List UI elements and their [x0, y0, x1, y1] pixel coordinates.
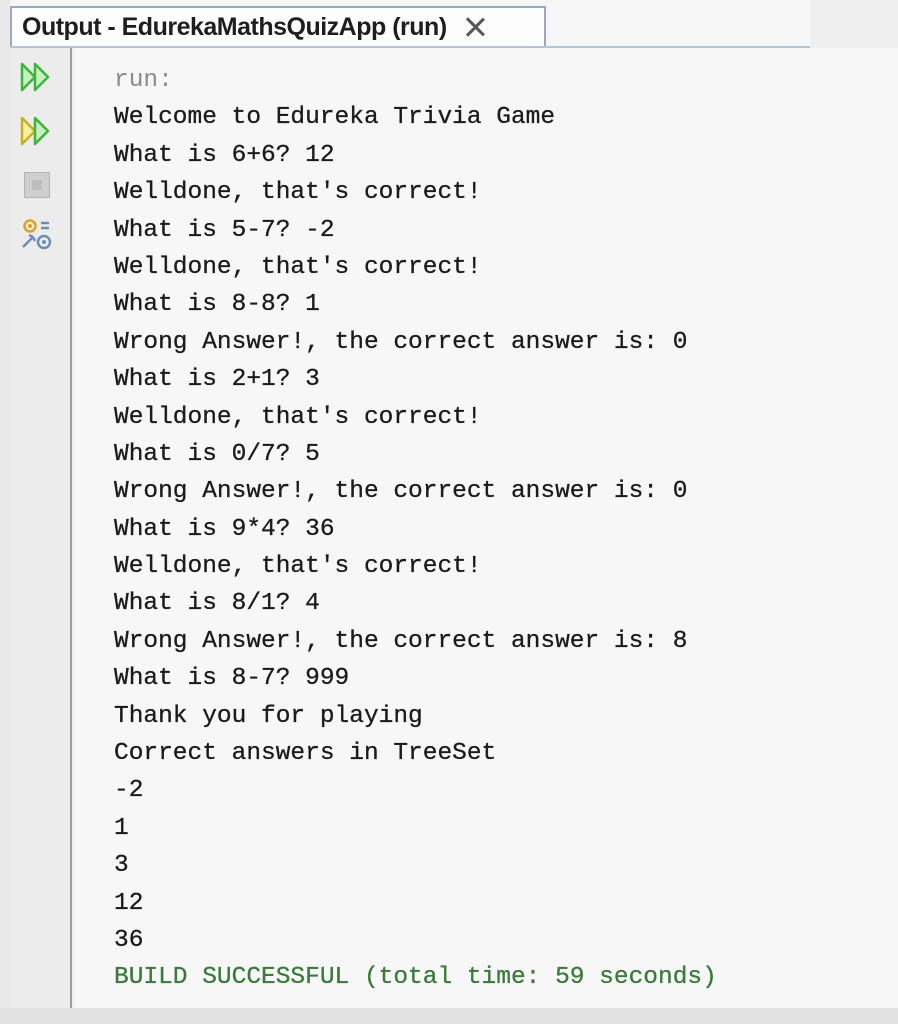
stop-icon — [24, 172, 50, 198]
close-icon[interactable] — [465, 17, 485, 37]
console-lines: run: Welcome to Edureka Trivia Game What i… — [114, 62, 717, 997]
console-line: run: — [114, 67, 173, 94]
console-line: -2 — [114, 777, 144, 805]
settings-icon — [22, 219, 52, 250]
console-line: Wrong Answer!, the correct answer is: 0 — [114, 478, 688, 506]
console-line: Welcome to Edureka Trivia Game — [114, 104, 556, 132]
output-window: Output - EdurekaMathsQuizApp (run) run: … — [10, 0, 898, 1024]
output-tab-title: Output - EdurekaMathsQuizApp (run) — [22, 12, 447, 41]
rerun-with-options-icon — [20, 116, 50, 146]
console-line: What is 5-7? -2 — [114, 216, 335, 244]
console-line: 36 — [114, 926, 144, 954]
console-line: What is 8-7? 999 — [114, 665, 350, 693]
console-line: What is 6+6? 12 — [114, 141, 335, 169]
console-line: Welldone, that's correct! — [114, 403, 482, 431]
console-line: What is 2+1? 3 — [114, 366, 320, 394]
console-line: Welldone, that's correct! — [114, 553, 482, 581]
console-line: BUILD SUCCESSFUL (total time: 59 seconds… — [114, 964, 717, 992]
console-line: Correct answers in TreeSet — [114, 740, 497, 768]
bottom-border — [0, 1008, 898, 1024]
rerun-icon — [20, 62, 50, 92]
console-line: Thank you for playing — [114, 702, 423, 730]
console-output[interactable]: run: Welcome to Edureka Trivia Game What i… — [74, 48, 898, 1018]
console-line: 1 — [114, 814, 129, 842]
console-line: Welldone, that's correct! — [114, 253, 482, 281]
rerun-with-options-button[interactable] — [18, 112, 56, 150]
output-tab[interactable]: Output - EdurekaMathsQuizApp (run) — [10, 6, 546, 46]
output-toolbar — [10, 48, 72, 1008]
settings-button[interactable] — [18, 216, 56, 254]
console-line: Wrong Answer!, the correct answer is: 8 — [114, 627, 688, 655]
output-tab-bar: Output - EdurekaMathsQuizApp (run) — [10, 0, 810, 48]
rerun-button[interactable] — [18, 58, 56, 96]
console-line: 12 — [114, 889, 144, 917]
console-line: What is 0/7? 5 — [114, 440, 320, 468]
console-line: What is 8-8? 1 — [114, 291, 320, 319]
console-line: Wrong Answer!, the correct answer is: 0 — [114, 328, 688, 356]
console-line: 3 — [114, 852, 129, 880]
console-line: Welldone, that's correct! — [114, 179, 482, 207]
console-line: What is 9*4? 36 — [114, 515, 335, 543]
stop-button[interactable] — [18, 166, 56, 204]
console-line: What is 8/1? 4 — [114, 590, 320, 618]
